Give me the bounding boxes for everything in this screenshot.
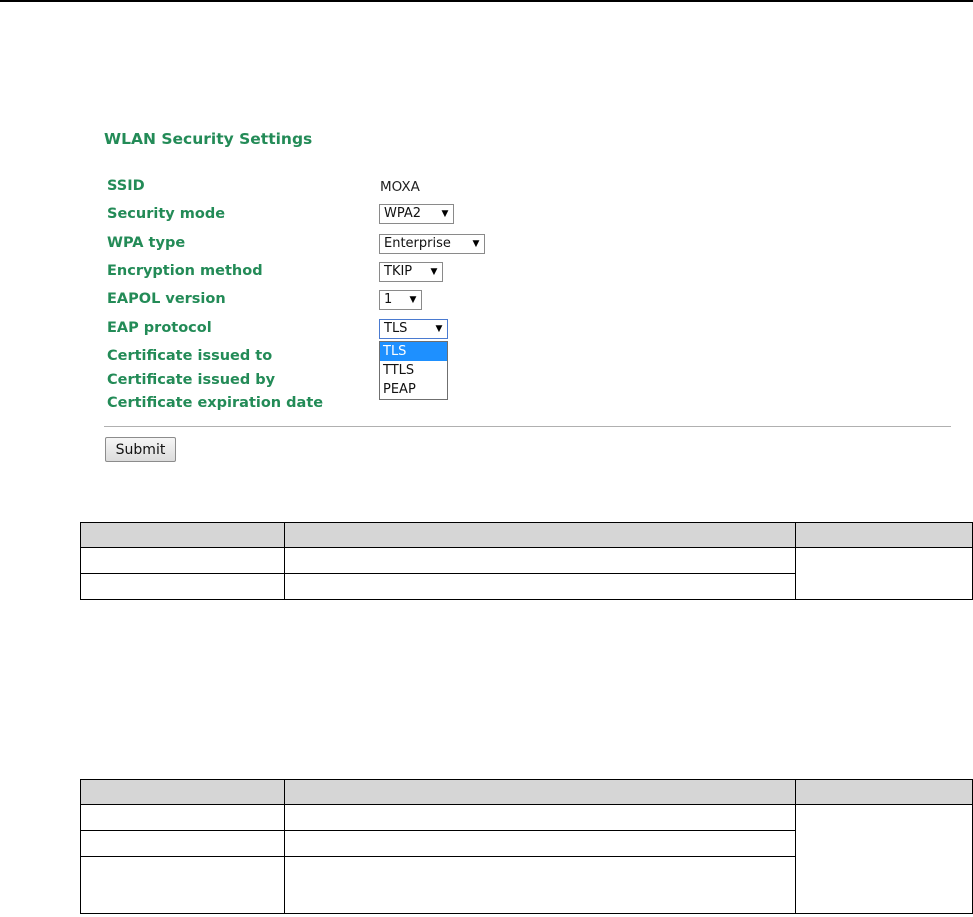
cert-issued-by-label: Certificate issued by	[107, 372, 276, 388]
eapol-version-value: 1	[384, 292, 393, 307]
ssid-value: MOXA	[380, 179, 420, 195]
wpa-type-value: Enterprise	[384, 236, 451, 251]
table-cell	[284, 830, 796, 857]
table-header-cell	[80, 522, 285, 548]
table-header-row	[80, 522, 973, 548]
table-row	[80, 804, 973, 914]
chevron-down-icon: ▼	[430, 267, 438, 277]
top-rule	[0, 0, 973, 2]
table-header-row	[80, 779, 973, 805]
eap-option-peap[interactable]: PEAP	[380, 380, 447, 399]
table-cell	[80, 804, 285, 831]
table-header-cell	[284, 779, 796, 805]
chevron-down-icon: ▼	[409, 295, 417, 305]
security-mode-value: WPA2	[384, 206, 422, 221]
wpa-type-select[interactable]: Enterprise ▼	[379, 234, 485, 254]
ssid-label: SSID	[107, 178, 145, 194]
table-cell	[284, 547, 796, 574]
eap-protocol-select[interactable]: TLS ▼	[379, 319, 448, 339]
security-mode-select[interactable]: WPA2 ▼	[379, 204, 454, 224]
table-cell	[80, 830, 285, 857]
eap-option-tls[interactable]: TLS	[380, 342, 447, 361]
table-cell	[80, 547, 285, 574]
doc-table-1	[80, 522, 973, 600]
eapol-version-select[interactable]: 1 ▼	[379, 290, 422, 310]
table-header-cell	[795, 779, 973, 805]
doc-table-2	[80, 779, 973, 914]
submit-button[interactable]: Submit	[105, 437, 176, 462]
encryption-method-select[interactable]: TKIP ▼	[379, 262, 443, 282]
eap-option-ttls[interactable]: TTLS	[380, 361, 447, 380]
table-cell	[284, 804, 796, 831]
chevron-down-icon: ▼	[435, 324, 443, 334]
table-header-cell	[795, 522, 973, 548]
divider	[104, 426, 951, 427]
encryption-method-label: Encryption method	[107, 263, 263, 279]
table-header-cell	[80, 779, 285, 805]
chevron-down-icon: ▼	[472, 239, 480, 249]
table-header-cell	[284, 522, 796, 548]
eap-protocol-label: EAP protocol	[107, 320, 212, 336]
chevron-down-icon: ▼	[441, 209, 449, 219]
table-cell	[80, 573, 285, 600]
table-cell	[795, 547, 973, 600]
cert-issued-to-label: Certificate issued to	[107, 348, 273, 364]
table-row	[80, 547, 973, 600]
panel-title: WLAN Security Settings	[104, 130, 313, 148]
wpa-type-label: WPA type	[107, 235, 186, 251]
security-mode-label: Security mode	[107, 206, 226, 222]
eap-protocol-dropdown: TLS TTLS PEAP	[379, 341, 448, 400]
eapol-version-label: EAPOL version	[107, 291, 226, 307]
eap-protocol-value: TLS	[384, 321, 408, 336]
encryption-method-value: TKIP	[384, 264, 413, 279]
table-cell	[284, 573, 796, 600]
table-cell	[284, 856, 796, 914]
table-cell	[80, 856, 285, 914]
table-cell	[795, 804, 973, 914]
cert-expiration-label: Certificate expiration date	[107, 395, 324, 411]
